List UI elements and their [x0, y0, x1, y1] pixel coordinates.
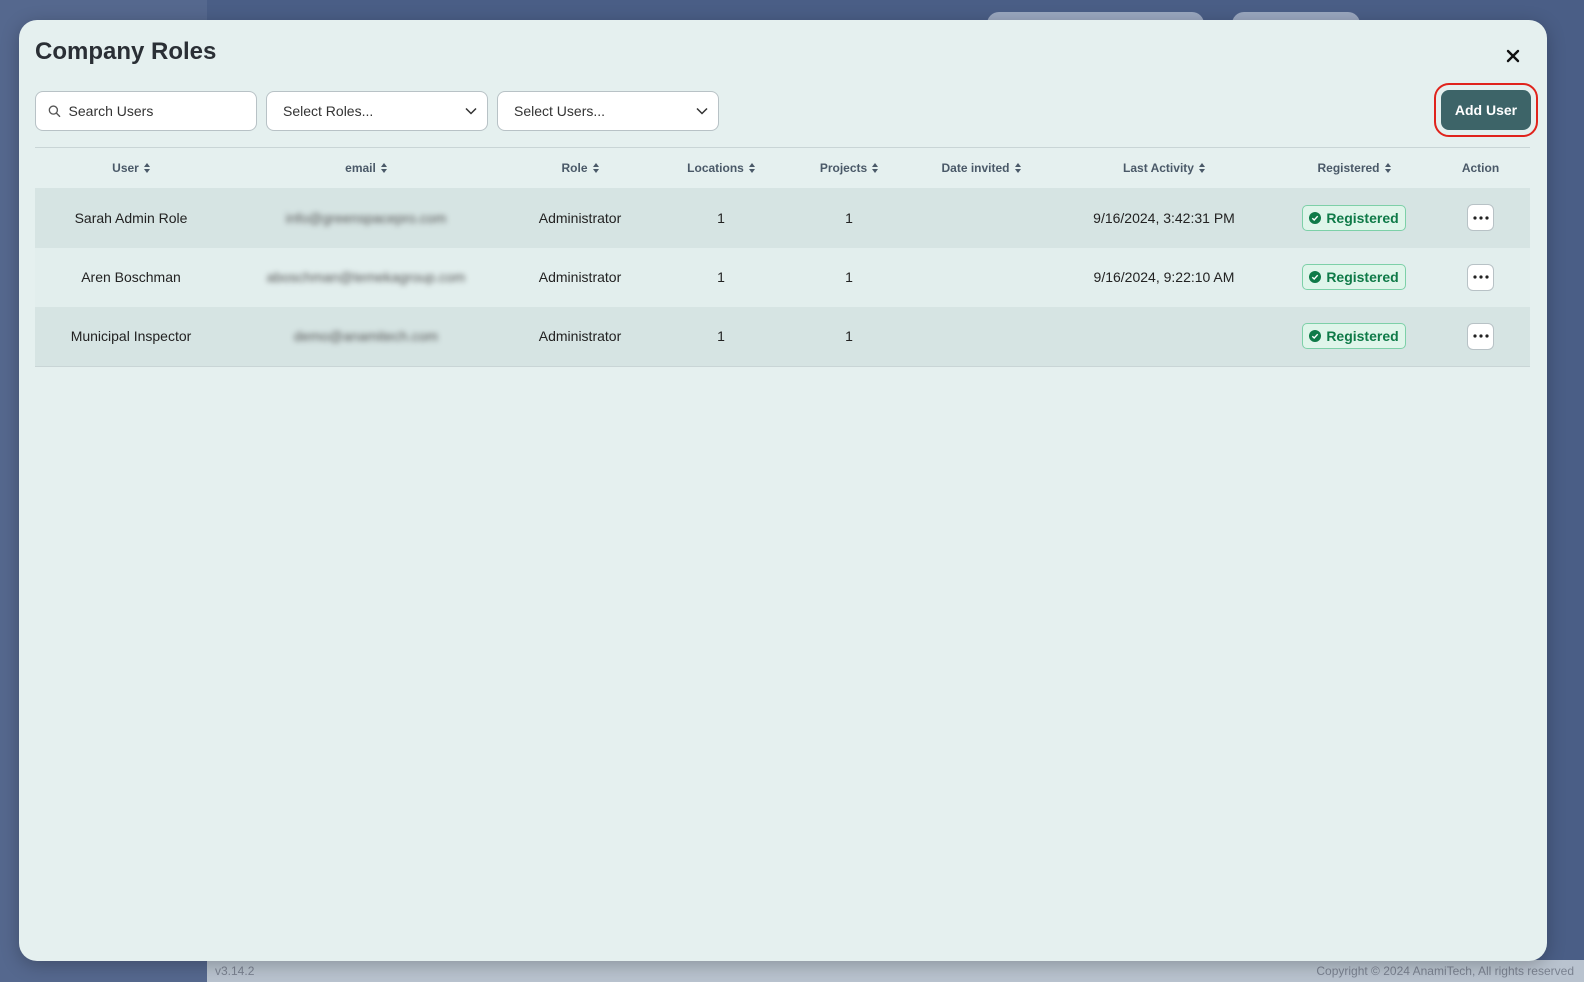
- check-circle-icon: [1309, 211, 1322, 224]
- column-header-role[interactable]: Role: [505, 161, 655, 175]
- cell-user: Aren Boschman: [81, 269, 181, 286]
- cell-registered: Registered: [1277, 204, 1431, 231]
- column-header-email[interactable]: email: [227, 161, 505, 175]
- more-horizontal-icon: [1472, 334, 1489, 338]
- column-header-locations[interactable]: Locations: [655, 161, 787, 175]
- company-roles-modal: Company Roles Select Roles... Select Use…: [19, 20, 1547, 961]
- close-button[interactable]: [1501, 44, 1525, 68]
- sort-icon: [143, 163, 150, 173]
- filter-toolbar: Select Roles... Select Users...: [35, 91, 719, 131]
- search-box: [35, 91, 257, 131]
- sort-icon: [380, 163, 387, 173]
- cell-last-activity: 9/16/2024, 3:42:31 PM: [1093, 209, 1235, 226]
- users-select[interactable]: Select Users...: [497, 91, 719, 131]
- column-header-user[interactable]: User: [35, 161, 227, 175]
- cell-email: info@greenspacepro.com: [285, 209, 447, 226]
- check-circle-icon: [1309, 271, 1322, 284]
- column-header-last-activity[interactable]: Last Activity: [1051, 161, 1277, 175]
- search-input[interactable]: [68, 103, 244, 119]
- modal-title: Company Roles: [35, 38, 217, 65]
- table-row: Aren Boschman aboschman@temekagroup.com …: [35, 247, 1530, 307]
- chevron-down-icon: [696, 107, 708, 115]
- search-icon: [48, 105, 61, 118]
- close-icon: [1506, 49, 1520, 63]
- status-badge: Registered: [1302, 264, 1406, 291]
- row-actions-button[interactable]: [1467, 204, 1494, 232]
- status-badge-label: Registered: [1326, 209, 1399, 226]
- check-circle-icon: [1309, 330, 1322, 343]
- cell-registered: Registered: [1277, 264, 1431, 291]
- status-badge: Registered: [1302, 323, 1406, 350]
- version-label: v3.14.2: [215, 964, 255, 978]
- cell-email: demo@anamitech.com: [293, 328, 439, 345]
- chevron-down-icon: [465, 107, 477, 115]
- more-horizontal-icon: [1472, 216, 1489, 220]
- column-header-registered[interactable]: Registered: [1277, 161, 1431, 175]
- status-badge-label: Registered: [1326, 328, 1399, 345]
- sort-icon: [1198, 163, 1205, 173]
- cell-role: Administrator: [538, 328, 622, 345]
- add-user-button[interactable]: Add User: [1434, 83, 1538, 137]
- cell-user: Sarah Admin Role: [74, 209, 188, 226]
- sort-icon: [1384, 163, 1391, 173]
- column-header-date-invited[interactable]: Date invited: [911, 161, 1051, 175]
- cell-locations: 1: [717, 209, 725, 226]
- cell-registered: Registered: [1277, 323, 1431, 350]
- cell-projects: 1: [845, 209, 853, 226]
- cell-role: Administrator: [538, 269, 622, 286]
- cell-user: Municipal Inspector: [70, 328, 192, 345]
- sort-icon: [592, 163, 599, 173]
- cell-action: [1431, 322, 1530, 350]
- roles-select-label: Select Roles...: [283, 103, 374, 119]
- table-header: User email Role Locations Projects Date …: [35, 148, 1530, 188]
- cell-locations: 1: [717, 269, 725, 286]
- roles-select[interactable]: Select Roles...: [266, 91, 488, 131]
- sort-icon: [748, 163, 755, 173]
- table-row: Municipal Inspector demo@anamitech.com A…: [35, 307, 1530, 367]
- cell-action: [1431, 263, 1530, 291]
- cell-projects: 1: [845, 328, 853, 345]
- status-badge-label: Registered: [1326, 269, 1399, 286]
- users-table: User email Role Locations Projects Date …: [35, 147, 1530, 367]
- sort-icon: [1014, 163, 1021, 173]
- cell-role: Administrator: [538, 209, 622, 226]
- row-actions-button[interactable]: [1467, 322, 1494, 350]
- column-header-action: Action: [1461, 161, 1500, 175]
- status-badge: Registered: [1302, 204, 1406, 231]
- copyright-label: Copyright © 2024 AnamiTech, All rights r…: [1316, 964, 1574, 978]
- cell-projects: 1: [845, 269, 853, 286]
- more-horizontal-icon: [1472, 275, 1489, 279]
- cell-action: [1431, 204, 1530, 232]
- app-footer: v3.14.2 Copyright © 2024 AnamiTech, All …: [207, 960, 1584, 982]
- cell-email: aboschman@temekagroup.com: [266, 269, 466, 286]
- users-select-label: Select Users...: [514, 103, 606, 119]
- sort-icon: [872, 163, 879, 173]
- cell-locations: 1: [717, 328, 725, 345]
- table-row: Sarah Admin Role info@greenspacepro.com …: [35, 188, 1530, 248]
- column-header-projects[interactable]: Projects: [787, 161, 911, 175]
- cell-last-activity: 9/16/2024, 9:22:10 AM: [1093, 269, 1235, 286]
- row-actions-button[interactable]: [1467, 263, 1494, 291]
